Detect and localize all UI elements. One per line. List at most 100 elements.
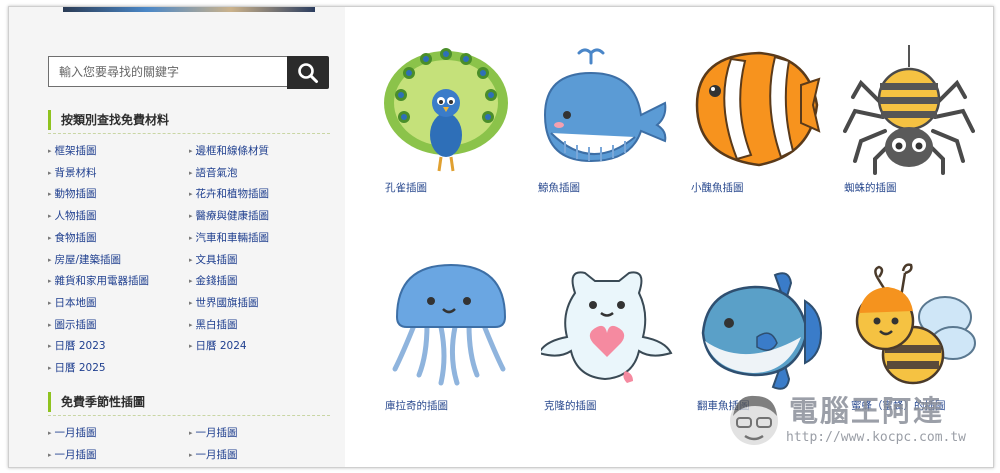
- chevron-right-icon: ▸: [189, 190, 193, 199]
- category-link[interactable]: ▸ 黑白插圖: [189, 318, 238, 332]
- category-link-label: 一月插圖: [54, 448, 97, 461]
- category-link[interactable]: ▸ 日曆 2025: [48, 361, 106, 375]
- seasonal-link[interactable]: ▸ 一月插圖: [189, 448, 238, 462]
- category-link[interactable]: ▸ 雜貨和家用電器插圖: [48, 274, 149, 288]
- seasonal-link[interactable]: ▸ 一月插圖: [48, 448, 97, 462]
- gallery-caption[interactable]: 庫拉奇的插圖: [385, 398, 448, 413]
- bee-icon: [855, 263, 976, 385]
- category-link-label: 日曆 2024: [195, 340, 247, 353]
- chevron-right-icon: ▸: [48, 277, 52, 286]
- category-link[interactable]: ▸ 文具插圖: [189, 253, 238, 267]
- category-link-label: 雜貨和家用電器插圖: [54, 275, 150, 288]
- gallery-card-bee[interactable]: [847, 261, 987, 391]
- clownfish-icon: [695, 51, 821, 167]
- chevron-right-icon: ▸: [48, 320, 52, 329]
- chevron-right-icon: ▸: [48, 450, 52, 459]
- site-watermark: 電腦王阿達 http://www.kocpc.com.tw: [723, 388, 983, 454]
- category-link-label: 動物插圖: [54, 188, 97, 201]
- chevron-right-icon: ▸: [189, 450, 193, 459]
- category-link-label: 黑白插圖: [195, 318, 238, 331]
- category-link[interactable]: ▸ 圖示插圖: [48, 318, 97, 332]
- category-link[interactable]: ▸ 語音氣泡: [189, 166, 238, 180]
- category-link[interactable]: ▸ 世界國旗插圖: [189, 296, 259, 310]
- gallery-card-jellyfish[interactable]: [385, 261, 525, 391]
- gallery-card-clione[interactable]: [541, 261, 681, 391]
- category-link[interactable]: ▸ 食物插圖: [48, 231, 97, 245]
- category-link-label: 日曆 2023: [54, 340, 106, 353]
- sidebar: 按類別查找免費材料 ▸框架插圖▸背景材料▸動物插圖▸人物插圖▸食物插圖▸房屋/建…: [9, 7, 345, 467]
- chevron-right-icon: ▸: [48, 429, 52, 437]
- mascot-logo-icon: [730, 395, 778, 445]
- gallery-caption[interactable]: 克隆的插圖: [544, 398, 597, 413]
- peacock-icon: [384, 48, 508, 172]
- category-link-label: 一月插圖: [195, 427, 238, 439]
- category-link[interactable]: ▸ 框架插圖: [48, 144, 97, 158]
- category-link-label: 框架插圖: [54, 145, 97, 157]
- jellyfish-icon: [392, 263, 507, 386]
- chevron-right-icon: ▸: [189, 147, 193, 155]
- browser-frame: 按類別查找免費材料 ▸框架插圖▸背景材料▸動物插圖▸人物插圖▸食物插圖▸房屋/建…: [8, 6, 994, 468]
- category-section-title: 按類別查找免費材料: [48, 110, 169, 130]
- seasonal-link[interactable]: ▸ 一月插圖: [48, 426, 97, 440]
- chevron-right-icon: ▸: [189, 320, 193, 329]
- category-link-label: 背景材料: [54, 166, 97, 179]
- category-link[interactable]: ▸ 動物插圖: [48, 187, 97, 201]
- search-button[interactable]: [287, 56, 329, 89]
- chevron-right-icon: ▸: [189, 277, 193, 286]
- chevron-right-icon: ▸: [48, 364, 52, 372]
- section-divider: [48, 415, 330, 416]
- category-link[interactable]: ▸ 花卉和植物插圖: [189, 187, 269, 201]
- category-link-label: 金錢插圖: [195, 275, 238, 288]
- gallery-card-sunfish[interactable]: [695, 261, 835, 391]
- gallery-caption[interactable]: 蜘蛛的插圖: [844, 180, 897, 195]
- category-link[interactable]: ▸ 金錢插圖: [189, 274, 238, 288]
- chevron-right-icon: ▸: [189, 212, 193, 221]
- gallery-card-clownfish[interactable]: [689, 45, 829, 175]
- category-link-label: 文具插圖: [195, 253, 238, 266]
- category-link[interactable]: ▸ 日曆 2023: [48, 339, 106, 353]
- banner-image[interactable]: [63, 7, 315, 12]
- chevron-right-icon: ▸: [48, 342, 52, 351]
- category-link[interactable]: ▸ 人物插圖: [48, 209, 97, 223]
- chevron-right-icon: ▸: [48, 233, 52, 242]
- category-link[interactable]: ▸ 日曆 2024: [189, 339, 247, 353]
- chevron-right-icon: ▸: [189, 233, 193, 242]
- search-input[interactable]: [48, 56, 287, 87]
- category-link[interactable]: ▸ 邊框和線條材質: [189, 144, 269, 158]
- category-link-label: 人物插圖: [54, 210, 97, 223]
- chevron-right-icon: ▸: [189, 168, 193, 177]
- gallery-caption[interactable]: 小醜魚插圖: [691, 180, 744, 195]
- chevron-right-icon: ▸: [48, 147, 52, 155]
- watermark-title: 電腦王阿達: [789, 394, 945, 428]
- search-bar: [48, 56, 329, 89]
- category-link-label: 世界國旗插圖: [195, 296, 259, 309]
- chevron-right-icon: ▸: [189, 342, 193, 351]
- spider-icon: [843, 45, 975, 175]
- category-link[interactable]: ▸ 房屋/建築插圖: [48, 253, 121, 267]
- gallery-caption[interactable]: 鯨魚插圖: [538, 180, 580, 195]
- category-link-label: 語音氣泡: [195, 166, 238, 179]
- gallery-card-peacock[interactable]: [381, 45, 521, 175]
- gallery-card-spider[interactable]: [843, 45, 983, 175]
- chevron-right-icon: ▸: [189, 255, 193, 264]
- category-link-label: 邊框和線條材質: [195, 145, 270, 157]
- chevron-right-icon: ▸: [48, 255, 52, 264]
- category-link[interactable]: ▸ 日本地圖: [48, 296, 97, 310]
- chevron-right-icon: ▸: [48, 212, 52, 221]
- gallery-card-whale[interactable]: [535, 45, 675, 175]
- category-link-label: 汽車和車輛插圖: [195, 231, 270, 244]
- gallery-caption[interactable]: 孔雀插圖: [385, 180, 427, 195]
- category-link[interactable]: ▸ 背景材料: [48, 166, 97, 180]
- chevron-right-icon: ▸: [48, 190, 52, 199]
- search-icon: [298, 62, 318, 83]
- category-link-label: 日本地圖: [54, 296, 97, 309]
- category-link[interactable]: ▸ 醫療與健康插圖: [189, 209, 269, 223]
- chevron-right-icon: ▸: [189, 298, 193, 307]
- category-link-label: 一月插圖: [195, 448, 238, 461]
- chevron-right-icon: ▸: [189, 429, 193, 437]
- seasonal-link[interactable]: ▸ 一月插圖: [189, 426, 238, 440]
- category-link-label: 食物插圖: [54, 231, 97, 244]
- whale-icon: [543, 48, 667, 163]
- category-link[interactable]: ▸ 汽車和車輛插圖: [189, 231, 269, 245]
- clione-icon: [541, 271, 673, 383]
